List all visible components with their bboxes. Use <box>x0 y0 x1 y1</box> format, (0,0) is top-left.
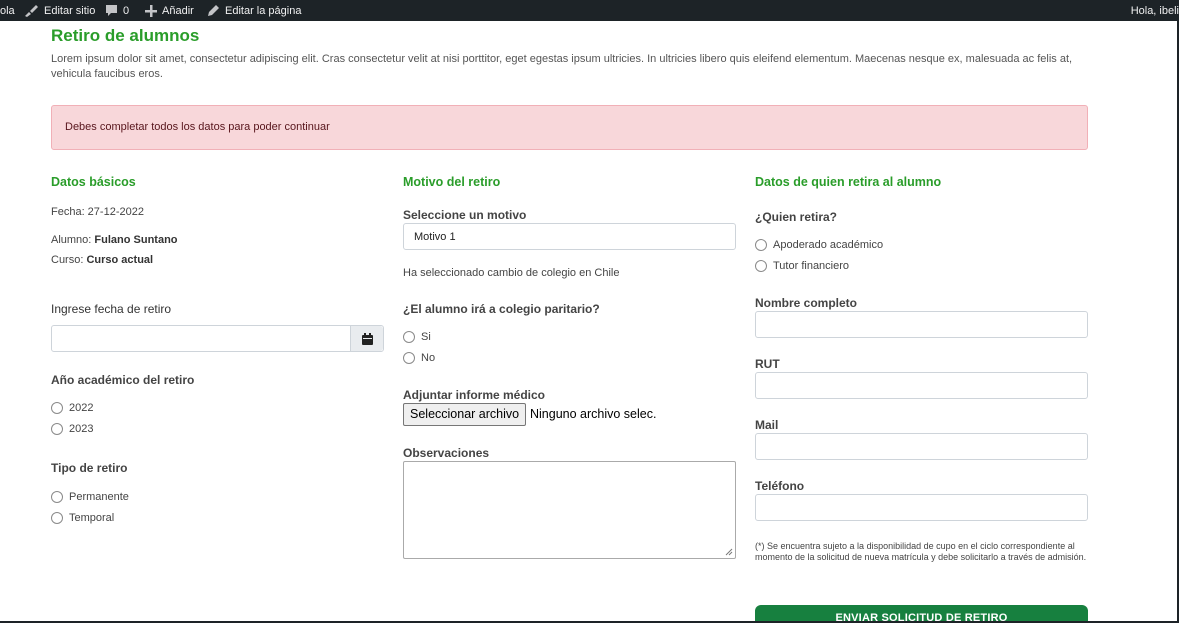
radio-button[interactable] <box>51 512 63 524</box>
edit-site-label: Editar sitio <box>44 4 96 17</box>
course-prefix: Curso: <box>51 254 87 266</box>
guardian-title: Datos de quien retira al alumno <box>755 175 942 189</box>
course-info: Curso: Curso actual <box>51 254 153 266</box>
phone-input[interactable] <box>755 494 1088 521</box>
intro-text: Lorem ipsum dolor sit amet, consectetur … <box>51 53 1073 80</box>
who-option-academic[interactable]: Apoderado académico <box>755 239 883 251</box>
comments-count: 0 <box>123 4 130 17</box>
observations-label: Observaciones <box>403 446 490 460</box>
reason-select-value: Motivo 1 <box>414 231 456 243</box>
withdraw-date-label: Ingrese fecha de retiro <box>51 302 172 316</box>
type-option-temporary[interactable]: Temporal <box>51 512 114 524</box>
phone-label: Teléfono <box>755 479 805 493</box>
page-title: Retiro de alumnos <box>51 26 200 45</box>
edit-page-label: Editar la página <box>225 4 302 17</box>
edit-page-link[interactable]: Editar la página <box>207 0 301 21</box>
brush-icon <box>25 5 38 17</box>
withdraw-date-input[interactable] <box>51 325 384 352</box>
paritario-option-label: Si <box>421 331 431 343</box>
radio-button[interactable] <box>51 491 63 503</box>
rut-label: RUT <box>755 357 780 371</box>
full-name-input[interactable] <box>755 311 1088 338</box>
comments-link[interactable]: 0 <box>105 0 129 21</box>
paritario-label: ¿El alumno irá a colegio paritario? <box>403 302 600 316</box>
plus-icon <box>145 4 157 17</box>
year-option-label: 2022 <box>69 402 94 414</box>
select-reason-label: Seleccione un motivo <box>403 208 527 222</box>
academic-year-label: Año académico del retiro <box>51 373 195 387</box>
course-name: Curso actual <box>86 254 154 266</box>
year-option-2023[interactable]: 2023 <box>51 423 93 435</box>
reason-title: Motivo del retiro <box>403 175 501 189</box>
paritario-option-no[interactable]: No <box>403 352 435 364</box>
student-info: Alumno: Fulano Suntano <box>51 234 178 246</box>
error-alert: Debes completar todos los datos para pod… <box>51 105 1088 150</box>
mail-input[interactable] <box>755 433 1088 460</box>
reason-select[interactable]: Motivo 1 <box>403 223 736 250</box>
observations-textarea[interactable] <box>403 461 736 559</box>
year-option-2022[interactable]: 2022 <box>51 402 93 414</box>
full-name-label: Nombre completo <box>755 296 858 310</box>
who-withdraws-label: ¿Quien retira? <box>755 210 838 224</box>
withdraw-type-label: Tipo de retiro <box>51 461 128 475</box>
radio-button[interactable] <box>755 239 767 251</box>
who-option-label: Apoderado académico <box>773 239 884 251</box>
calendar-button[interactable] <box>350 326 383 351</box>
add-new-link[interactable]: Añadir <box>145 0 194 21</box>
radio-button[interactable] <box>755 260 767 272</box>
comment-icon <box>106 5 117 16</box>
resize-grip-icon[interactable] <box>725 548 733 556</box>
type-option-permanent[interactable]: Permanente <box>51 491 129 503</box>
admin-bar: ola Editar sitio 0 Añadir Editar la pági… <box>0 0 1179 21</box>
edit-site-link[interactable]: Editar sitio <box>24 0 95 21</box>
admin-site-name[interactable]: ola <box>0 0 15 21</box>
radio-button[interactable] <box>403 331 415 343</box>
radio-button[interactable] <box>403 352 415 364</box>
radio-button[interactable] <box>51 423 63 435</box>
choose-file-button[interactable]: Seleccionar archivo <box>403 403 527 426</box>
student-name: Fulano Suntano <box>94 234 178 246</box>
year-option-label: 2023 <box>69 423 94 435</box>
attach-report-label: Adjuntar informe médico <box>403 388 546 402</box>
rut-input[interactable] <box>755 372 1088 399</box>
radio-button[interactable] <box>51 402 63 414</box>
type-option-label: Permanente <box>69 491 129 503</box>
paritario-option-yes[interactable]: Si <box>403 331 431 343</box>
calendar-icon <box>361 332 373 345</box>
type-option-label: Temporal <box>69 512 115 524</box>
basic-data-title: Datos básicos <box>51 175 136 189</box>
availability-note: (*) Se encuentra sujeto a la disponibili… <box>755 541 1087 562</box>
who-option-financial[interactable]: Tutor financiero <box>755 260 849 272</box>
site-name-label: ola <box>0 4 15 17</box>
paritario-option-label: No <box>421 352 436 364</box>
who-option-label: Tutor financiero <box>773 260 850 272</box>
pencil-icon <box>208 5 219 16</box>
mail-label: Mail <box>755 418 779 432</box>
date-text: Fecha: 27-12-2022 <box>51 206 144 218</box>
selected-reason-info: Ha seleccionado cambio de colegio en Chi… <box>403 267 620 279</box>
file-status: Ninguno archivo selec. <box>530 407 657 421</box>
user-greeting[interactable]: Hola, ibeli <box>1131 0 1179 21</box>
user-greeting-label: Hola, ibeli <box>1130 4 1179 17</box>
add-new-label: Añadir <box>162 4 194 17</box>
student-prefix: Alumno: <box>51 234 95 246</box>
